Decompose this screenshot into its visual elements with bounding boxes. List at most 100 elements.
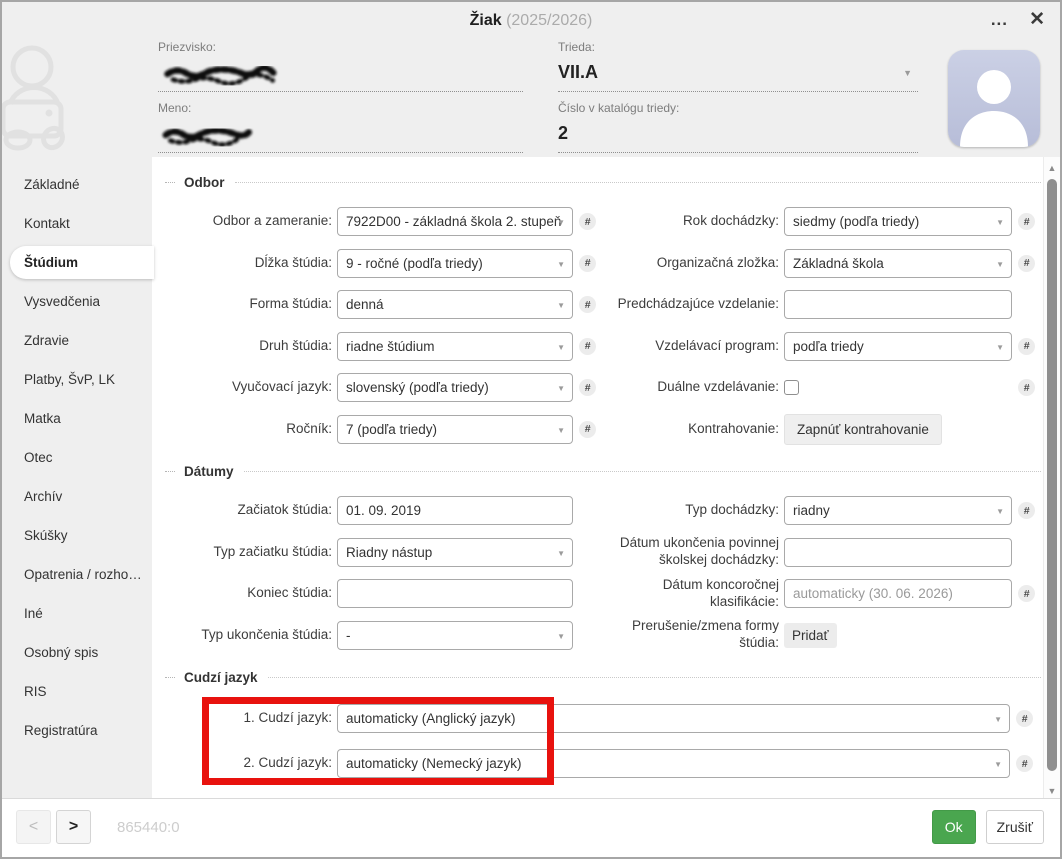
cancel-button[interactable]: Zrušiť — [986, 810, 1044, 844]
sidebar-item-platby[interactable]: Platby, ŠvP, LK — [2, 360, 152, 399]
organizacna-zlozka-select[interactable]: Základná škola▼ — [784, 249, 1012, 278]
hash-icon[interactable]: # — [579, 213, 596, 230]
hash-icon[interactable]: # — [1016, 710, 1033, 727]
typ-dochadzky-select[interactable]: riadny▼ — [784, 496, 1012, 525]
hash-icon[interactable]: # — [1018, 379, 1035, 396]
typ-ukoncenia-studia-select[interactable]: -▼ — [337, 621, 573, 650]
vyucovaci-jazyk-select[interactable]: slovenský (podľa triedy)▼ — [337, 373, 573, 402]
sidebar-item-osobny-spis[interactable]: Osobný spis — [2, 633, 152, 672]
scroll-up-icon[interactable]: ▲ — [1044, 163, 1060, 173]
sidebar-item-studium[interactable]: Štúdium — [10, 246, 154, 279]
catalog-number-field[interactable]: 2 — [558, 115, 918, 153]
titlebar: Žiak (2025/2026) — [2, 12, 1060, 30]
input-value: automaticky (30. 06. 2026) — [793, 586, 953, 601]
typ-zaciatku-studia-select[interactable]: Riadny nástup▼ — [337, 538, 573, 567]
dialog-title-year: (2025/2026) — [506, 12, 592, 29]
hash-icon[interactable]: # — [1018, 585, 1035, 602]
chevron-down-icon: ▼ — [557, 218, 565, 227]
cudzi-jazyk-2-select[interactable]: automaticky (Nemecký jazyk) ▼ — [337, 749, 1010, 778]
hash-icon[interactable]: # — [579, 255, 596, 272]
rocnik-select[interactable]: 7 (podľa triedy)▼ — [337, 415, 573, 444]
field-label: Druh štúdia: — [165, 338, 332, 355]
field-kontrahovanie: Kontrahovanie: Zapnúť kontrahovanie — [609, 409, 1043, 451]
class-value: VII.A — [558, 62, 598, 83]
field-label: Typ dochádzky: — [609, 502, 779, 519]
select-value: 9 - ročné (podľa triedy) — [346, 256, 483, 271]
sidebar-item-vysvedcenia[interactable]: Vysvedčenia — [2, 282, 152, 321]
field-label: Typ začiatku štúdia: — [165, 544, 332, 561]
forma-studia-select[interactable]: denná▼ — [337, 290, 573, 319]
hash-icon[interactable]: # — [1018, 213, 1035, 230]
sidebar-item-zakladne[interactable]: Základné — [2, 165, 152, 204]
select-value: automaticky (Anglický jazyk) — [346, 711, 516, 726]
field-typ-dochadzky: Typ dochádzky: riadny▼ # — [609, 490, 1043, 532]
select-value: Základná škola — [793, 256, 884, 271]
sidebar-item-opatrenia[interactable]: Opatrenia / rozho… — [2, 555, 152, 594]
next-record-button[interactable]: > — [56, 810, 91, 844]
class-select[interactable]: VII.A ▼ — [558, 54, 918, 92]
student-photo[interactable] — [948, 50, 1040, 147]
datum-koncorocnej-input[interactable]: automaticky (30. 06. 2026) — [784, 579, 1012, 608]
chevron-down-icon: ▼ — [994, 760, 1002, 769]
catalog-number-value: 2 — [558, 123, 568, 144]
sidebar-item-matka[interactable]: Matka — [2, 399, 152, 438]
chevron-down-icon: ▼ — [557, 632, 565, 641]
scrollbar-thumb[interactable] — [1047, 179, 1057, 771]
rok-dochadzky-select[interactable]: siedmy (podľa triedy)▼ — [784, 207, 1012, 236]
zapnut-kontrahovanie-button[interactable]: Zapnúť kontrahovanie — [784, 414, 942, 445]
dialog-footer: < > 865440:0 Ok Zrušiť — [2, 798, 1060, 857]
sidebar-item-archiv[interactable]: Archív — [2, 477, 152, 516]
sidebar-item-otec[interactable]: Otec — [2, 438, 152, 477]
field-predchadzajuce-vzdelanie: Predchádzajúce vzdelanie: — [609, 284, 1043, 326]
hash-icon[interactable]: # — [579, 338, 596, 355]
hash-icon[interactable]: # — [1016, 755, 1033, 772]
dlzka-studia-select[interactable]: 9 - ročné (podľa triedy)▼ — [337, 249, 573, 278]
hash-icon[interactable]: # — [579, 296, 596, 313]
pridat-button[interactable]: Pridať — [784, 623, 837, 648]
hash-icon[interactable]: # — [579, 379, 596, 396]
predchadzajuce-vzdelanie-input[interactable] — [784, 290, 1012, 319]
close-icon[interactable]: ✕ — [1029, 8, 1045, 31]
select-value: 7922D00 - základná škola 2. stupeň — [346, 214, 561, 229]
sidebar-item-registratura[interactable]: Registratúra — [2, 711, 152, 750]
hash-icon[interactable]: # — [1018, 502, 1035, 519]
druh-studia-select[interactable]: riadne štúdium▼ — [337, 332, 573, 361]
scrollbar[interactable]: ▲ ▼ — [1043, 157, 1060, 802]
odbor-a-zameranie-select[interactable]: 7922D00 - základná škola 2. stupeň▼ — [337, 207, 573, 236]
field-label: Začiatok štúdia: — [165, 502, 332, 519]
sidebar-item-ris[interactable]: RIS — [2, 672, 152, 711]
scroll-down-icon[interactable]: ▼ — [1044, 786, 1060, 796]
surname-field[interactable] — [158, 54, 523, 92]
sidebar-item-kontakt[interactable]: Kontakt — [2, 204, 152, 243]
chevron-down-icon: ▼ — [994, 715, 1002, 724]
firstname-field[interactable] — [158, 115, 523, 153]
hash-icon[interactable]: # — [1018, 338, 1035, 355]
select-value: automaticky (Nemecký jazyk) — [346, 756, 522, 771]
sidebar-item-skusky[interactable]: Skúšky — [2, 516, 152, 555]
chevron-down-icon: ▼ — [557, 384, 565, 393]
field-cudzi-jazyk-1: 1. Cudzí jazyk: automaticky (Anglický ja… — [165, 696, 1047, 741]
section-title: Dátumy — [184, 464, 234, 479]
cudzi-jazyk-1-select[interactable]: automaticky (Anglický jazyk) ▼ — [337, 704, 1010, 733]
field-forma-studia: Forma štúdia: denná▼ # — [165, 284, 609, 326]
redacted-firstname — [158, 121, 263, 147]
ok-button[interactable]: Ok — [932, 810, 976, 844]
datum-ukoncenia-povinnej-input[interactable] — [784, 538, 1012, 567]
field-prerusenie: Prerušenie/zmena formy štúdia: Pridať — [609, 615, 1043, 657]
zaciatok-studia-input[interactable]: 01. 09. 2019 — [337, 496, 573, 525]
koniec-studia-input[interactable] — [337, 579, 573, 608]
dualne-vzdelavanie-checkbox[interactable] — [784, 380, 799, 395]
sidebar-item-zdravie[interactable]: Zdravie — [2, 321, 152, 360]
chevron-down-icon: ▼ — [903, 68, 912, 78]
more-options-icon[interactable]: ... — [991, 10, 1008, 30]
firstname-label: Meno: — [158, 101, 523, 115]
hash-icon[interactable]: # — [1018, 255, 1035, 272]
field-label: Forma štúdia: — [165, 296, 332, 313]
previous-record-button[interactable]: < — [16, 810, 51, 844]
vzdelavaci-program-select[interactable]: podľa triedy▼ — [784, 332, 1012, 361]
hash-icon[interactable]: # — [579, 421, 596, 438]
sidebar: Základné Kontakt Štúdium Vysvedčenia Zdr… — [2, 157, 152, 802]
field-label: Rok dochádzky: — [609, 213, 779, 230]
select-value: riadne štúdium — [346, 339, 435, 354]
sidebar-item-ine[interactable]: Iné — [2, 594, 152, 633]
